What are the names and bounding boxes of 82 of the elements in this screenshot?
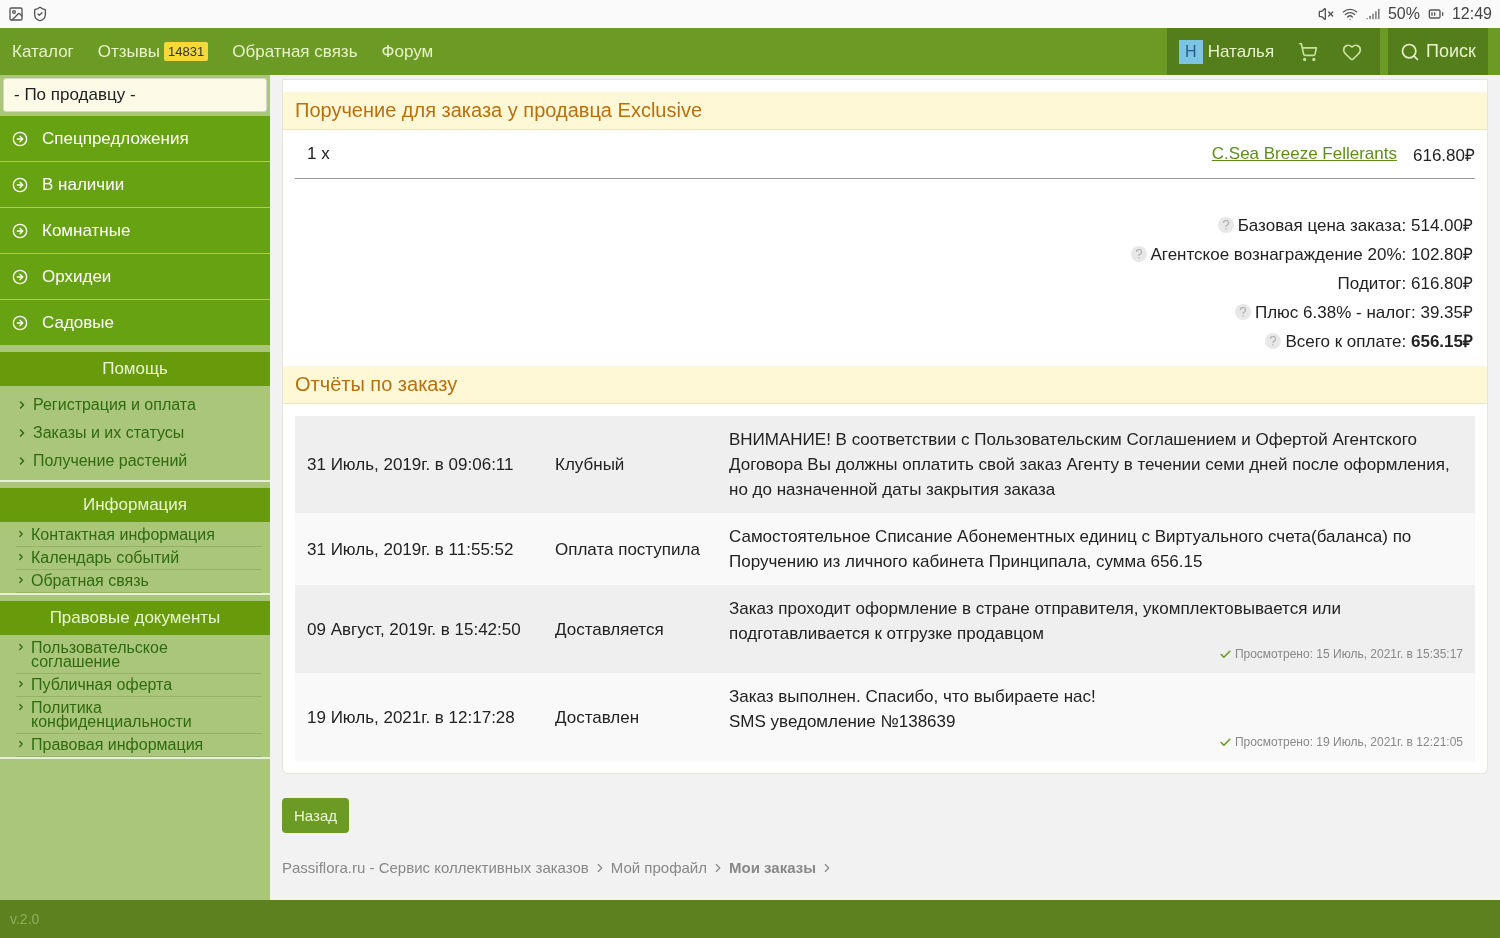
total-line: Плюс 6.38% - налог: 39.35₽	[1254, 302, 1473, 323]
report-status: Оплата поступила	[555, 538, 701, 561]
nav-link[interactable]: Форум	[381, 28, 434, 75]
image-icon	[8, 6, 24, 22]
sidebar-link[interactable]: Публичная оферта	[16, 674, 262, 697]
category-link[interactable]: Садовые	[0, 300, 270, 346]
shield-icon	[32, 6, 48, 22]
breadcrumb-link[interactable]: Passiflora.ru - Сервис коллективных заказов	[282, 859, 589, 876]
review-count-badge: 14831	[164, 42, 209, 61]
wifi-icon	[1341, 6, 1358, 22]
chevron-icon	[16, 702, 26, 712]
sidebar-link[interactable]: Календарь событий	[16, 547, 262, 570]
chevron-icon	[16, 679, 26, 689]
chevron-icon	[16, 739, 26, 749]
report-message: Заказ проходит оформление в стране отправителя, укомплектовывается или подготавливается к отгрузке продавцом	[729, 598, 1342, 645]
chevron-icon	[16, 552, 26, 562]
help-icon[interactable]	[1217, 216, 1234, 233]
mute-icon	[1317, 6, 1334, 22]
report-message: Самостоятельное Списание Абонементных единиц с Виртуального счета(баланса) по Поручению из личного кабинета Принципала, сумма 656.15	[729, 526, 1413, 573]
report-date: 31 Июль, 2019г. в 09:06:11	[307, 454, 515, 476]
user-initial-avatar: Н	[1178, 39, 1203, 64]
reports-heading: Отчёты по заказу	[283, 366, 1487, 404]
order-heading: Поручение для заказа у продавца Exclusive	[283, 92, 1487, 130]
breadcrumb-link[interactable]: Мои заказы	[729, 859, 816, 876]
heart-icon	[1342, 41, 1363, 62]
section-header: Помощь	[0, 352, 270, 386]
battery-icon	[1427, 6, 1444, 22]
sidebar-link[interactable]: Получение растений	[16, 450, 262, 472]
total-line: Агентское вознаграждение 20%: 102.80₽	[1150, 244, 1473, 265]
nav-link[interactable]: Обратная связь	[232, 28, 358, 75]
total-line: Всего к оплате: 656.15₽	[1285, 331, 1473, 352]
cart-icon	[1298, 41, 1319, 62]
report-message: ВНИМАНИЕ! В соответствии с Пользовательским Соглашением и Офертой Агентского Договора Вы должны оплатить свой заказ Агенту в течении семи дней после оформления, но до назначенной даты закрытия заказа	[729, 429, 1451, 501]
search-icon	[1400, 41, 1421, 62]
seller-filter-dropdown[interactable]: - По продавцу -	[3, 78, 267, 112]
check-icon	[1218, 647, 1232, 661]
viewed-time: Просмотрено: 19 Июль, 2021г. в 12:21:05	[1234, 734, 1463, 750]
sidebar-link[interactable]: Правовая информация	[16, 734, 262, 757]
sidebar-link[interactable]: Обратная связь	[16, 570, 262, 593]
sidebar-link[interactable]: Контактная информация	[16, 524, 262, 547]
report-status: Доставляется	[555, 618, 665, 641]
user-link[interactable]: Н Наталья	[1178, 39, 1275, 64]
check-icon	[1218, 735, 1232, 749]
cart-button[interactable]	[1298, 41, 1319, 62]
sidebar-link[interactable]: Заказы и их статусы	[16, 422, 262, 444]
signal-icon	[1365, 7, 1380, 21]
help-icon[interactable]	[1265, 332, 1282, 349]
help-icon[interactable]	[1130, 245, 1147, 262]
category-link[interactable]: Орхидеи	[0, 254, 270, 300]
favorites-button[interactable]	[1342, 41, 1363, 62]
item-quantity: 1 x	[307, 144, 331, 164]
help-icon[interactable]	[1234, 303, 1251, 320]
version-label: v.2.0	[10, 911, 40, 927]
total-line: Подитог: 616.80₽	[1337, 273, 1473, 294]
total-line: Базовая цена заказа: 514.00₽	[1237, 215, 1473, 236]
report-date: 19 Июль, 2021г. в 12:17:28	[307, 706, 516, 729]
section-header: Информация	[0, 488, 270, 522]
back-button[interactable]: Назад	[282, 798, 349, 833]
viewed-time: Просмотрено: 15 Июль, 2021г. в 15:35:17	[1234, 646, 1463, 662]
category-link[interactable]: Комнатные	[0, 208, 270, 254]
product-link[interactable]: C.Sea Breeze Fellerants	[1211, 144, 1397, 164]
report-status: Клубный	[555, 454, 626, 476]
chevron-icon	[16, 529, 26, 539]
nav-link[interactable]: Каталог	[12, 28, 74, 75]
item-price: 616.80₽	[1413, 144, 1475, 166]
nav-link[interactable]: Отзывы 14831	[97, 28, 209, 75]
battery-percent: 50%	[1387, 5, 1420, 23]
search-button[interactable]: Поиск	[1388, 28, 1488, 75]
sidebar-link[interactable]: Регистрация и оплата	[16, 394, 262, 416]
report-message: Заказ выполнен. Спасибо, что выбираете нас! SMS уведомление №138639	[729, 686, 1097, 733]
report-date: 31 Июль, 2019г. в 11:55:52	[307, 538, 515, 561]
category-link[interactable]: Спецпредложения	[0, 116, 270, 162]
breadcrumb-link[interactable]: Мой профайл	[610, 859, 707, 876]
sidebar-link[interactable]: Политика конфиденциальности	[16, 697, 262, 734]
clock-time: 12:49	[1451, 5, 1492, 23]
sidebar-link[interactable]: Пользовательское соглашение	[16, 637, 262, 674]
report-status: Доставлен	[555, 706, 641, 729]
category-link[interactable]: В наличии	[0, 162, 270, 208]
chevron-icon	[16, 642, 26, 652]
report-date: 09 Август, 2019г. в 15:42:50	[307, 618, 522, 641]
section-header: Правовые документы	[0, 601, 270, 635]
chevron-icon	[16, 575, 26, 585]
